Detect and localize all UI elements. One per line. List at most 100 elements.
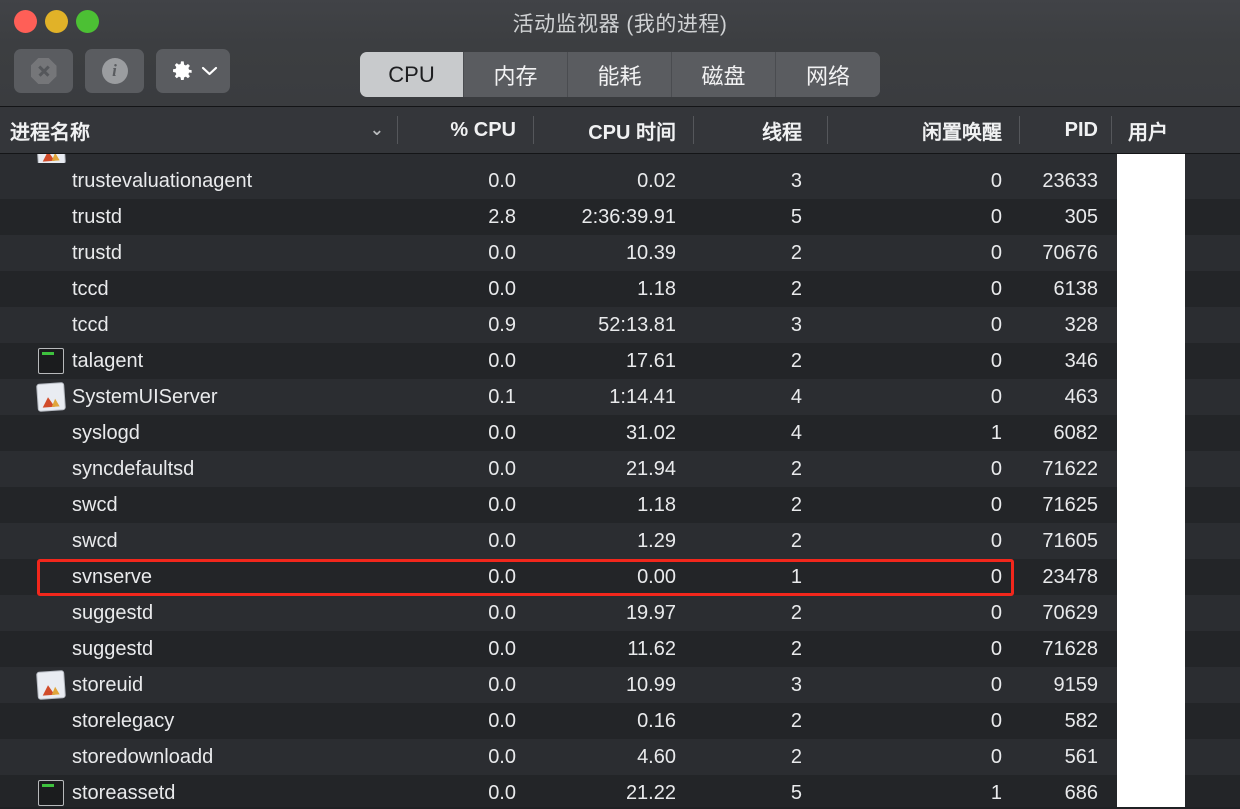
tab-cpu[interactable]: CPU	[360, 52, 464, 97]
cell-cpu-percent: 0.0	[398, 242, 534, 265]
cell-idle-wakeups: 0	[828, 494, 1020, 517]
cell-cpu-time: 19.97	[534, 602, 694, 625]
table-row[interactable]: talagent0.017.6120346	[0, 343, 1240, 379]
terminal-icon	[38, 780, 64, 806]
cell-process-name: tccd	[0, 278, 398, 301]
inspect-process-button[interactable]: i	[85, 49, 144, 93]
cell-cpu-percent: 0.0	[398, 530, 534, 553]
cell-process-name: swcd	[0, 530, 398, 553]
cell-cpu-time: 0.16	[534, 710, 694, 733]
table-row[interactable]: trustd2.82:36:39.9150305	[0, 199, 1240, 235]
table-row[interactable]: swcd0.01.292071605	[0, 523, 1240, 559]
table-row[interactable]: svnserve0.00.001023478	[0, 559, 1240, 595]
process-name-label: talagent	[72, 350, 143, 373]
gear-icon	[168, 58, 195, 85]
cell-threads: 4	[694, 422, 828, 445]
process-name-label: tccd	[72, 278, 109, 301]
cell-idle-wakeups: 0	[828, 386, 1020, 409]
cell-threads: 2	[694, 458, 828, 481]
table-row[interactable]: syslogd0.031.02416082	[0, 415, 1240, 451]
table-row[interactable]: SystemUIServer0.11:14.4140463	[0, 379, 1240, 415]
table-row[interactable]: swcd0.01.182071625	[0, 487, 1240, 523]
cell-process-name: storedownloadd	[0, 746, 398, 769]
cell-threads: 3	[694, 170, 828, 193]
cell-cpu-percent: 0.9	[398, 314, 534, 337]
cell-cpu-time: 11.62	[534, 638, 694, 661]
table-row[interactable]: syncdefaultsd0.021.942071622	[0, 451, 1240, 487]
table-row[interactable]: suggestd0.011.622071628	[0, 631, 1240, 667]
cell-threads: 2	[694, 638, 828, 661]
cell-cpu-percent: 0.0	[398, 710, 534, 733]
process-name-label: tccd	[72, 314, 109, 337]
table-row[interactable]: tccd0.952:13.8130328	[0, 307, 1240, 343]
tab-disk[interactable]: 磁盘	[672, 52, 776, 97]
table-row[interactable]: tccd0.01.18206138	[0, 271, 1240, 307]
cell-process-name: trustevaluationagent	[0, 170, 398, 193]
cell-process-name: trustd	[0, 206, 398, 229]
process-name-label: trustd	[72, 206, 122, 229]
column-header-row: 进程名称 ⌄ % CPU CPU 时间 线程 闲置唤醒 PID 用户	[0, 106, 1240, 154]
chevron-down-icon	[201, 65, 218, 77]
column-header-threads[interactable]: 线程	[694, 107, 828, 153]
column-header-user[interactable]: 用户	[1112, 107, 1240, 153]
cell-process-name: storeassetd	[0, 780, 398, 806]
cell-threads: 2	[694, 710, 828, 733]
cell-idle-wakeups: 0	[828, 314, 1020, 337]
document-chart-icon	[37, 154, 65, 163]
cell-threads: 4	[694, 386, 828, 409]
column-label-idle-wakeups: 闲置唤醒	[922, 116, 1002, 145]
cell-pid: 6138	[1020, 278, 1112, 301]
process-name-label: swcd	[72, 530, 118, 553]
process-name-label: storeuid	[72, 674, 143, 697]
column-header-cpu-percent[interactable]: % CPU	[398, 107, 534, 153]
process-table[interactable]: trustevaluationagent0.00.023023633trustd…	[0, 154, 1240, 807]
table-row[interactable]: suggestd0.019.972070629	[0, 595, 1240, 631]
process-name-label: svnserve	[72, 566, 152, 589]
tab-network[interactable]: 网络	[776, 52, 880, 97]
table-row[interactable]: trustd0.010.392070676	[0, 235, 1240, 271]
cell-cpu-time: 1.18	[534, 278, 694, 301]
column-label-threads: 线程	[762, 116, 802, 145]
tab-energy[interactable]: 能耗	[568, 52, 672, 97]
table-row[interactable]: trustevaluationagent0.00.023023633	[0, 163, 1240, 199]
settings-button[interactable]	[156, 49, 230, 93]
column-label-pid: PID	[1065, 119, 1098, 142]
cell-process-name: syslogd	[0, 422, 398, 445]
cell-threads: 2	[694, 242, 828, 265]
cell-threads: 5	[694, 782, 828, 805]
cell-cpu-time: 21.22	[534, 782, 694, 805]
cell-pid: 71628	[1020, 638, 1112, 661]
table-row[interactable]: storeuid0.010.99309159	[0, 667, 1240, 703]
table-row[interactable]: storeassetd0.021.2251686	[0, 775, 1240, 807]
cell-pid: 305	[1020, 206, 1112, 229]
column-header-process-name[interactable]: 进程名称 ⌄	[0, 107, 398, 153]
cell-idle-wakeups: 0	[828, 566, 1020, 589]
cell-idle-wakeups: 0	[828, 350, 1020, 373]
cell-idle-wakeups: 0	[828, 746, 1020, 769]
column-header-cpu-time[interactable]: CPU 时间	[534, 107, 694, 153]
process-name-label: suggestd	[72, 638, 153, 661]
column-header-pid[interactable]: PID	[1020, 107, 1112, 153]
cell-cpu-percent: 0.0	[398, 602, 534, 625]
column-label-user: 用户	[1128, 116, 1168, 145]
cell-threads: 2	[694, 494, 828, 517]
right-overlay-panel	[1117, 154, 1185, 807]
cell-pid: 70629	[1020, 602, 1112, 625]
cell-idle-wakeups: 0	[828, 458, 1020, 481]
cell-idle-wakeups: 1	[828, 782, 1020, 805]
cell-pid: 6082	[1020, 422, 1112, 445]
column-header-idle-wakeups[interactable]: 闲置唤醒	[828, 107, 1020, 153]
tab-memory[interactable]: 内存	[464, 52, 568, 97]
cell-idle-wakeups: 0	[828, 674, 1020, 697]
process-name-label: storedownloadd	[72, 746, 213, 769]
cell-process-name: talagent	[0, 348, 398, 374]
view-tabs: CPU 内存 能耗 磁盘 网络	[360, 52, 880, 97]
process-name-label: suggestd	[72, 602, 153, 625]
table-row-partial[interactable]	[0, 154, 1240, 163]
table-row[interactable]: storedownloadd0.04.6020561	[0, 739, 1240, 775]
stop-process-button[interactable]	[14, 49, 73, 93]
table-row[interactable]: storelegacy0.00.1620582	[0, 703, 1240, 739]
document-chart-icon	[37, 383, 65, 411]
column-label-process-name: 进程名称	[10, 116, 370, 145]
cell-threads: 2	[694, 350, 828, 373]
